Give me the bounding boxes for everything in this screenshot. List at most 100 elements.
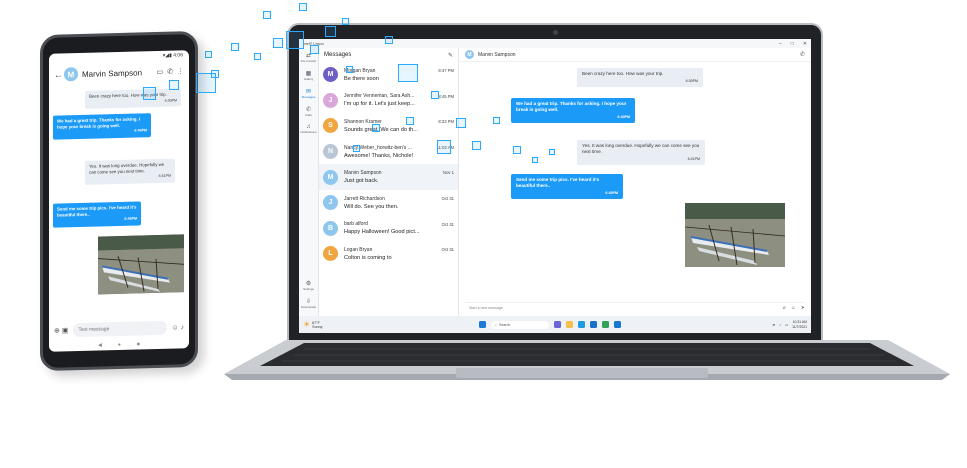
transfer-square — [310, 45, 319, 54]
battery-icon[interactable]: ▭ — [785, 323, 788, 327]
chat-app-icon[interactable] — [554, 321, 561, 328]
taskbar-apps: ⌕ Search — [363, 320, 737, 329]
conversation-time: 8:47 PM — [438, 68, 454, 73]
phone-icon: ✆ — [305, 107, 311, 113]
start-icon[interactable] — [479, 321, 486, 328]
rail-label: Notifications — [300, 130, 317, 134]
rail-label: Calls — [305, 113, 312, 117]
transfer-square — [169, 80, 179, 90]
volume-icon[interactable]: ♪ — [779, 323, 781, 327]
home-nav-icon[interactable]: ● — [118, 342, 121, 350]
laptop-screen: Intel® Unison – □ ✕ ⇄ File transfer ▦ Gall… — [299, 39, 811, 333]
file-explorer-icon[interactable] — [566, 321, 573, 328]
text-message-input[interactable]: Text message — [72, 320, 168, 338]
conversation-item[interactable]: M Morgan Bryan Be there soon 8:47 PM — [319, 62, 458, 88]
more-options-icon[interactable]: ⋮ — [177, 67, 184, 75]
back-nav-icon[interactable]: ◀ — [98, 342, 102, 350]
wifi-icon[interactable]: ≋ — [772, 323, 775, 327]
transfer-square — [263, 11, 271, 19]
rail-item-calls[interactable]: ✆ Calls — [305, 106, 312, 117]
conversation-name: Jennifer Venneman, Sara Ash... — [344, 93, 415, 100]
conversation-preview: Happy Halloween! Good pict... — [344, 229, 420, 236]
conversation-item[interactable]: L Logan Bryan Colton is coming to Oct 31 — [319, 241, 458, 267]
message-text: We had a great trip. Thanks for asking. … — [516, 101, 627, 112]
emoji-icon[interactable]: ☺ — [791, 305, 796, 311]
edge-icon[interactable] — [578, 321, 585, 328]
conversation-item[interactable]: S Shannon Kramer Sounds great. We can do t… — [319, 113, 458, 139]
message-bubble-outgoing: We had a great trip. Thanks for asking. … — [511, 98, 635, 123]
gallery-icon[interactable]: ▣ — [62, 326, 69, 334]
message-time: 6:40PM — [134, 128, 147, 133]
trip-photo[interactable] — [685, 203, 785, 267]
rail-label: Downloads — [301, 305, 316, 309]
xbox-icon[interactable] — [602, 321, 609, 328]
transfer-square — [286, 31, 304, 49]
avatar: B — [323, 220, 338, 236]
unison-app-icon[interactable] — [614, 321, 621, 328]
emoji-icon[interactable]: ☺ — [171, 324, 178, 331]
nav-rail: ⇄ File transfer ▦ Gallery ✉ Messages ✆ Calls… — [299, 48, 319, 316]
close-icon[interactable]: ✕ — [803, 41, 807, 47]
phone-call-icon[interactable]: ✆ — [167, 68, 173, 76]
minimize-icon[interactable]: – — [779, 41, 782, 47]
conversation-name: Jarrett Richardson — [344, 195, 385, 202]
list-title: Messages — [324, 52, 352, 58]
maximize-icon[interactable]: □ — [791, 41, 794, 47]
recents-nav-icon[interactable]: ■ — [137, 341, 140, 349]
conversation-item[interactable]: Bbarb alford Happy Halloween! Good pict..… — [319, 216, 458, 242]
message-time: 6:41PM — [158, 173, 171, 179]
clock-time: 10:31 AM — [792, 320, 807, 325]
rail-item-messages[interactable]: ✉ Messages — [302, 88, 316, 99]
taskbar-search[interactable]: ⌕ Search — [491, 320, 549, 329]
signal-icon: ▾◢▮ — [162, 52, 174, 59]
taskbar-clock[interactable]: 10:31 AM 11/7/2021 — [792, 320, 807, 329]
message-bubble-outgoing: We had a great trip. Thanks for asking. … — [53, 113, 151, 140]
rail-item-notifications[interactable]: ♫ Notifications — [300, 124, 316, 134]
laptop-lid: Intel® Unison – □ ✕ ⇄ File transfer ▦ Gall… — [287, 23, 823, 343]
add-icon[interactable]: ⊕ — [54, 327, 60, 335]
avatar: L — [323, 246, 338, 262]
compose-icon[interactable]: ✎ — [448, 52, 453, 59]
microphone-icon[interactable]: ♪ — [181, 324, 185, 331]
rail-item-downloads[interactable]: ⇩ Downloads — [301, 298, 316, 309]
conversation-name: Logan Bryan — [344, 246, 373, 253]
rail-item-gallery[interactable]: ▦ Gallery — [304, 70, 314, 81]
message-time: 6:45PM — [605, 191, 618, 195]
store-icon[interactable] — [590, 321, 597, 328]
conversation-time: Oct 31 — [441, 247, 454, 253]
conversation-text: Jennifer Venneman, Sara Ash... I'm up for… — [344, 93, 435, 107]
phone-compose-bar: ⊕ ▣ Text message ☺ ♪ — [49, 318, 189, 340]
conversation-time: 8:45 PM — [438, 93, 454, 99]
contact-name: Marvin Sampson — [82, 67, 143, 79]
weather-widget[interactable]: ☀ 67°F Sunny — [303, 320, 363, 329]
conversation-preview: Just got back. — [344, 178, 379, 185]
message-time: 6:40PM — [617, 115, 630, 119]
conversation-list: Messages ✎ M Morgan Bryan Be there soon 8:4… — [319, 48, 459, 316]
attach-icon[interactable]: ⌀ — [783, 305, 786, 311]
transfer-square — [372, 124, 380, 132]
message-text: Yes. It was long overdue. Hopefully we c… — [582, 143, 700, 154]
call-icon[interactable]: ✆ — [800, 51, 805, 58]
video-call-icon[interactable]: ▭ — [157, 68, 164, 76]
conversation-text: barb alford Happy Halloween! Good pict... — [344, 221, 439, 235]
transfer-square — [406, 117, 414, 125]
webcam — [553, 30, 558, 35]
stage: ▾◢▮ 4:06 ← M Marvin Sampson ▭ ✆ ⋮ Been c… — [0, 0, 967, 468]
transfer-square — [472, 141, 481, 150]
back-arrow-icon[interactable]: ← — [54, 69, 64, 79]
compose-input[interactable]: Start a new message — [469, 306, 503, 310]
clock-date: 11/7/2021 — [792, 324, 807, 329]
rail-item-settings[interactable]: ⚙ Settings — [303, 280, 314, 291]
message-time: 6:30PM — [164, 98, 177, 103]
trip-photo[interactable] — [98, 234, 184, 295]
search-icon: ⌕ — [495, 322, 498, 327]
send-icon[interactable]: ➤ — [801, 305, 805, 311]
taskbar: ☀ 67°F Sunny ⌕ Search ≋ ♪ ▭ 10:31 AM 11/… — [299, 316, 811, 333]
conversation-item[interactable]: M Marvin Sampson Just got back. Nov 1 — [319, 164, 458, 190]
conversation-name: barb alford — [344, 221, 368, 228]
transfer-square — [342, 18, 349, 25]
conversation-item[interactable]: J Jarrett Richardson Will do. See you then… — [319, 190, 458, 216]
conversation-preview: I'm up for it. Let's just keep... — [344, 101, 415, 108]
rail-label: Settings — [303, 287, 314, 291]
transfer-square — [456, 118, 466, 128]
